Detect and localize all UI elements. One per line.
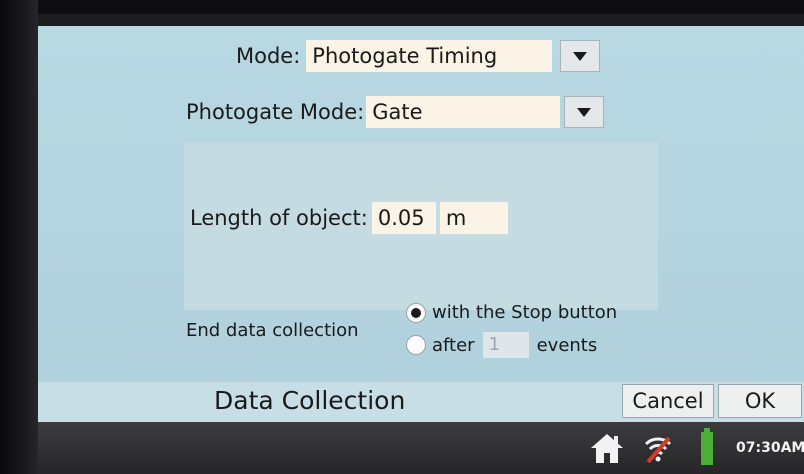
mode-dropdown-button[interactable] xyxy=(560,40,601,72)
events-count-input[interactable]: 1 xyxy=(482,332,529,358)
cancel-button[interactable]: Cancel xyxy=(622,384,714,418)
object-length-row: Length of object: 0.05 m xyxy=(190,202,508,234)
dropdown-arrow-icon xyxy=(577,107,592,117)
dialog-title: Data Collection xyxy=(214,386,406,415)
stop-button-option-label: with the Stop button xyxy=(432,302,618,323)
mode-row: Mode: Photogate Timing xyxy=(236,40,601,72)
device-bezel-left xyxy=(0,0,38,474)
stop-button-radio[interactable] xyxy=(406,302,426,323)
bottom-action-bar: Data Collection Cancel OK xyxy=(38,382,804,422)
end-option-after-events[interactable]: after 1 events xyxy=(406,332,597,358)
after-option-prefix: after xyxy=(432,334,475,356)
photogate-mode-dropdown-button[interactable] xyxy=(564,96,605,128)
device-bezel-top xyxy=(0,0,804,14)
photogate-mode-select[interactable]: Gate xyxy=(366,96,561,128)
status-bar: 07:30AM xyxy=(38,422,804,474)
after-option-suffix: events xyxy=(536,334,598,356)
wifi-icon[interactable] xyxy=(642,432,674,464)
object-length-label: Length of object: xyxy=(190,206,368,230)
dropdown-arrow-icon xyxy=(573,51,588,61)
mode-label: Mode: xyxy=(236,44,301,68)
device-screen: Mode: Photogate Timing Photogate Mode: G… xyxy=(38,26,804,474)
ok-button[interactable]: OK xyxy=(718,384,802,418)
mode-select[interactable]: Photogate Timing xyxy=(306,40,553,72)
photogate-mode-label: Photogate Mode: xyxy=(186,100,365,124)
end-option-stop-button[interactable]: with the Stop button xyxy=(406,302,617,323)
battery-icon xyxy=(701,428,713,465)
photogate-mode-row: Photogate Mode: Gate xyxy=(186,96,605,128)
object-length-unit[interactable]: m xyxy=(439,202,508,234)
object-length-input[interactable]: 0.05 xyxy=(371,202,436,234)
home-icon[interactable] xyxy=(590,432,624,464)
end-collection-label: End data collection xyxy=(186,320,359,341)
after-events-radio[interactable] xyxy=(406,335,426,355)
clock-time: 07:30AM xyxy=(736,440,804,456)
